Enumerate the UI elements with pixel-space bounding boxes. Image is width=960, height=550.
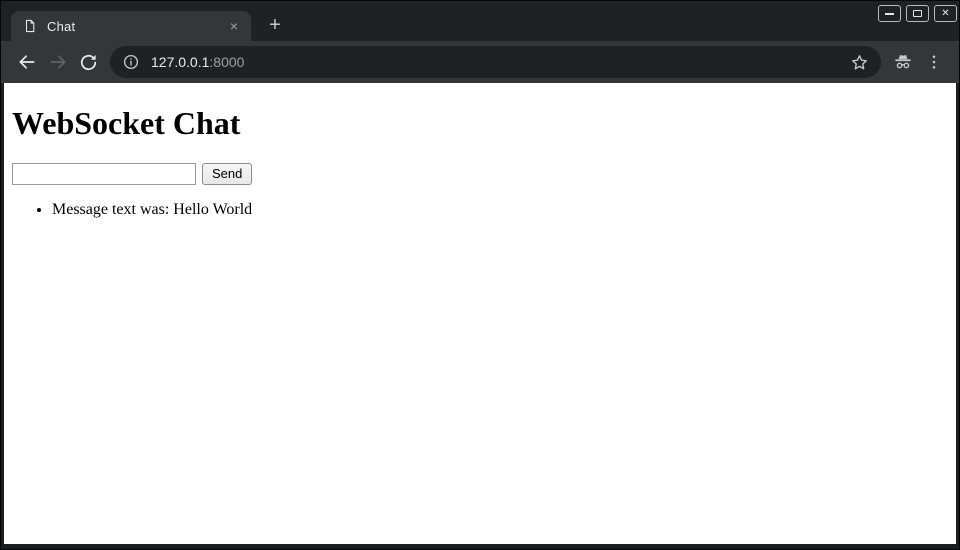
new-tab-button[interactable]: +	[261, 11, 289, 39]
incognito-indicator	[887, 47, 918, 78]
browser-menu-button[interactable]	[918, 47, 949, 78]
page-content: WebSocket Chat Send Message text was: He…	[4, 83, 956, 544]
window-controls: ✕	[878, 5, 957, 22]
tab-title: Chat	[47, 19, 225, 34]
back-button[interactable]	[11, 47, 42, 78]
browser-toolbar: 127.0.0.1:8000	[1, 41, 959, 83]
browser-window: Chat × + ✕	[0, 0, 960, 550]
three-dot-menu-icon	[925, 53, 943, 71]
back-arrow-icon	[17, 52, 37, 72]
reload-icon	[79, 53, 98, 72]
maximize-icon	[913, 10, 922, 17]
page-title: WebSocket Chat	[12, 105, 948, 142]
bookmark-star-icon[interactable]	[850, 53, 869, 72]
address-bar[interactable]: 127.0.0.1:8000	[110, 46, 881, 78]
message-input[interactable]	[12, 163, 196, 185]
incognito-icon	[892, 51, 914, 73]
document-icon	[23, 19, 37, 33]
tab-close-icon[interactable]: ×	[225, 17, 243, 35]
tab-chat[interactable]: Chat ×	[11, 11, 251, 41]
minimize-button[interactable]	[878, 5, 901, 22]
tab-strip: Chat × + ✕	[1, 1, 959, 41]
reload-button[interactable]	[73, 47, 104, 78]
site-info-icon[interactable]	[122, 53, 140, 71]
forward-button[interactable]	[42, 47, 73, 78]
url-text: 127.0.0.1:8000	[151, 54, 844, 70]
send-button[interactable]: Send	[202, 163, 252, 185]
message-list: Message text was: Hello World	[12, 201, 948, 219]
url-host: 127.0.0.1	[151, 54, 209, 70]
minimize-icon	[885, 13, 894, 15]
close-icon: ✕	[941, 9, 949, 19]
close-button[interactable]: ✕	[934, 5, 957, 22]
chat-form: Send	[12, 163, 948, 185]
url-port: :8000	[209, 54, 244, 70]
maximize-button[interactable]	[906, 5, 929, 22]
message-item: Message text was: Hello World	[52, 201, 948, 219]
forward-arrow-icon	[48, 52, 68, 72]
